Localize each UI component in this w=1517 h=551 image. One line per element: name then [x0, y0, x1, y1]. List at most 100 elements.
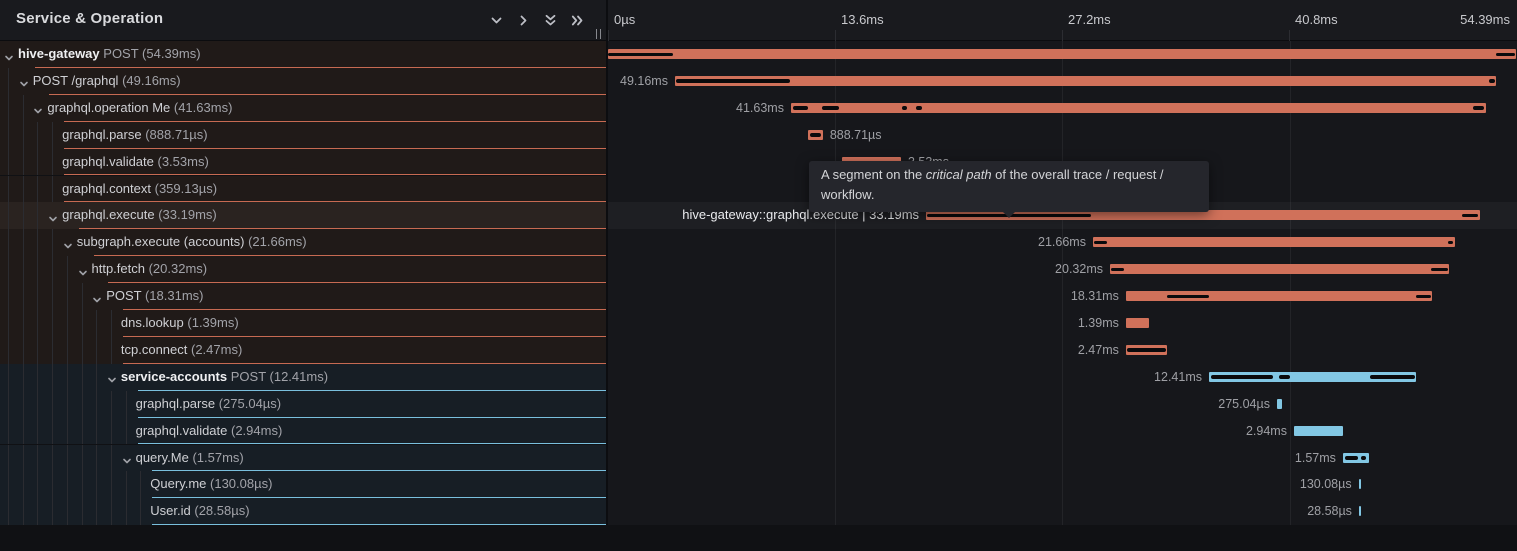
span-bar[interactable] — [1093, 237, 1455, 247]
span-bar[interactable] — [608, 49, 1516, 59]
span-row-graphql.validate[interactable]: graphql.validate (3.53ms)3.53ms — [0, 149, 1517, 176]
span-tree-cell[interactable]: POST /graphql (49.16ms) — [0, 68, 608, 95]
expand-chevron-down-icon[interactable] — [19, 76, 29, 86]
span-tree-cell[interactable]: hive-gateway POST (54.39ms) — [0, 41, 608, 68]
span-timeline-cell[interactable]: 18.31ms — [608, 283, 1517, 310]
indent-guide — [37, 391, 38, 418]
span-row-tcp.connect[interactable]: tcp.connect (2.47ms)2.47ms — [0, 337, 1517, 364]
span-timeline-cell[interactable]: 130.08µs — [608, 471, 1517, 498]
span-timeline-cell[interactable]: 275.04µs — [608, 391, 1517, 418]
span-tree-cell[interactable]: tcp.connect (2.47ms) — [0, 337, 608, 364]
expand-chevron-down-icon[interactable] — [33, 103, 43, 113]
indent-guide — [111, 471, 112, 498]
span-row-hive-gateway-POST[interactable]: hive-gateway POST (54.39ms) — [0, 41, 1517, 68]
span-row-POST-graphql[interactable]: POST /graphql (49.16ms)49.16ms — [0, 68, 1517, 95]
span-row-User.id[interactable]: User.id (28.58µs) 28.58µs — [0, 498, 1517, 525]
span-bar[interactable] — [1294, 426, 1343, 436]
span-timeline-cell[interactable]: 1.57ms — [608, 445, 1517, 472]
indent-guide — [111, 498, 112, 525]
critical-path-segment — [1370, 375, 1415, 379]
span-tree-cell[interactable]: graphql.parse (275.04µs) — [0, 391, 608, 418]
span-bar[interactable] — [1277, 399, 1282, 409]
indent-guide — [37, 337, 38, 364]
span-tree-cell[interactable]: graphql.validate (2.94ms) — [0, 418, 608, 445]
span-tree-cell[interactable]: graphql.parse (888.71µs) — [0, 122, 608, 149]
span-row-subgraph.execute-accounts-[interactable]: subgraph.execute (accounts) (21.66ms)21.… — [0, 229, 1517, 256]
span-label: graphql.operation Me (41.63ms) — [47, 95, 232, 122]
span-duration-label: 12.41ms — [1154, 364, 1202, 391]
span-row-dns.lookup[interactable]: dns.lookup (1.39ms)1.39ms — [0, 310, 1517, 337]
panel-divider[interactable] — [606, 0, 608, 525]
critical-path-segment — [1345, 456, 1358, 460]
span-tree-cell[interactable]: graphql.execute (33.19ms) — [0, 202, 608, 229]
expand-chevron-down-icon[interactable] — [4, 50, 14, 60]
span-tree-cell[interactable]: service-accounts POST (12.41ms) — [0, 364, 608, 391]
span-timeline-cell[interactable]: 2.47ms — [608, 337, 1517, 364]
span-bar[interactable] — [791, 103, 1486, 113]
span-timeline-cell[interactable] — [608, 41, 1517, 68]
span-tree-cell[interactable]: graphql.context (359.13µs) — [0, 176, 608, 203]
indent-guide — [23, 283, 24, 310]
span-row-query.Me[interactable]: query.Me (1.57ms)1.57ms — [0, 445, 1517, 472]
span-duration-label: 130.08µs — [1300, 471, 1352, 498]
span-timeline-cell[interactable]: 28.58µs — [608, 498, 1517, 525]
span-timeline-cell[interactable]: 888.71µs — [608, 122, 1517, 149]
critical-path-segment — [1489, 79, 1495, 83]
span-tree-cell[interactable]: subgraph.execute (accounts) (21.66ms) — [0, 229, 608, 256]
span-bar[interactable] — [675, 76, 1496, 86]
axis-tick-label: 27.2ms — [1068, 12, 1111, 27]
span-row-graphql.parse[interactable]: graphql.parse (275.04µs)275.04µs — [0, 391, 1517, 418]
indent-guide — [52, 364, 53, 391]
axis-tick-label: 40.8ms — [1295, 12, 1338, 27]
indent-guide — [82, 337, 83, 364]
chevron-down-icon[interactable] — [489, 13, 504, 28]
chevron-right-icon[interactable] — [516, 13, 531, 28]
span-row-graphql.context[interactable]: graphql.context (359.13µs)359.13µs — [0, 176, 1517, 203]
operation-name: graphql.parse — [136, 396, 219, 411]
span-duration-label: 28.58µs — [1307, 498, 1352, 525]
span-row-graphql.execute[interactable]: graphql.execute (33.19ms)hive-gateway::g… — [0, 202, 1517, 229]
double-chevron-down-icon[interactable] — [543, 13, 558, 28]
expand-chevron-down-icon[interactable] — [122, 453, 132, 463]
span-timeline-cell[interactable]: 2.94ms — [608, 418, 1517, 445]
row-border — [152, 524, 608, 525]
operation-name: graphql.parse — [62, 127, 145, 142]
expand-chevron-down-icon[interactable] — [92, 292, 102, 302]
span-tree-cell[interactable]: graphql.validate (3.53ms) — [0, 149, 608, 176]
span-timeline-cell[interactable]: 49.16ms — [608, 68, 1517, 95]
span-bar[interactable] — [1359, 506, 1361, 516]
span-timeline-cell[interactable]: 41.63ms — [608, 95, 1517, 122]
indent-guide — [37, 471, 38, 498]
indent-guide — [8, 391, 9, 418]
span-row-graphql.operation-Me[interactable]: graphql.operation Me (41.63ms) 41.63ms — [0, 95, 1517, 122]
span-row-service-accounts-POST[interactable]: service-accounts POST (12.41ms) 12.41ms — [0, 364, 1517, 391]
span-row-http.fetch[interactable]: http.fetch (20.32ms)20.32ms — [0, 256, 1517, 283]
span-timeline-cell[interactable]: 20.32ms — [608, 256, 1517, 283]
expand-chevron-down-icon[interactable] — [48, 211, 58, 221]
span-row-POST[interactable]: POST (18.31ms)18.31ms — [0, 283, 1517, 310]
panel-resize-grip[interactable] — [596, 29, 602, 39]
span-row-Query.me[interactable]: Query.me (130.08µs) 130.08µs — [0, 471, 1517, 498]
span-tree-cell[interactable]: User.id (28.58µs) — [0, 498, 608, 525]
span-timeline-cell[interactable]: 21.66ms — [608, 229, 1517, 256]
operation-duration: (2.94ms) — [231, 423, 282, 438]
span-tree-cell[interactable]: dns.lookup (1.39ms) — [0, 310, 608, 337]
span-row-graphql.validate[interactable]: graphql.validate (2.94ms)2.94ms — [0, 418, 1517, 445]
axis-tick-label: 13.6ms — [841, 12, 884, 27]
span-row-graphql.parse[interactable]: graphql.parse (888.71µs)888.71µs — [0, 122, 1517, 149]
span-tree-cell[interactable]: graphql.operation Me (41.63ms) — [0, 95, 608, 122]
expand-chevron-down-icon[interactable] — [78, 265, 88, 275]
span-tree-cell[interactable]: http.fetch (20.32ms) — [0, 256, 608, 283]
span-bar[interactable] — [1110, 264, 1449, 274]
expand-chevron-down-icon[interactable] — [63, 238, 73, 248]
span-tree-cell[interactable]: query.Me (1.57ms) — [0, 445, 608, 472]
span-tree-cell[interactable]: Query.me (130.08µs) — [0, 471, 608, 498]
tooltip-text: A segment on the critical path of the ov… — [821, 165, 1197, 185]
span-timeline-cell[interactable]: 12.41ms — [608, 364, 1517, 391]
span-tree-cell[interactable]: POST (18.31ms) — [0, 283, 608, 310]
double-chevron-right-icon[interactable] — [570, 13, 585, 28]
span-timeline-cell[interactable]: 1.39ms — [608, 310, 1517, 337]
span-bar[interactable] — [1359, 479, 1361, 489]
expand-chevron-down-icon[interactable] — [107, 372, 117, 382]
span-bar[interactable] — [1126, 318, 1149, 328]
